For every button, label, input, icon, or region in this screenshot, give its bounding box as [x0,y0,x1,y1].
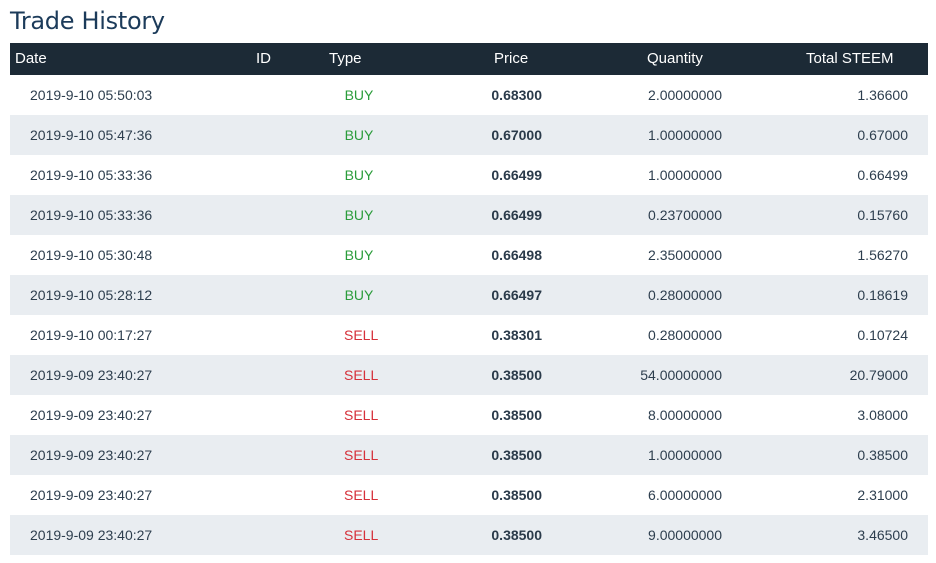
trade-date: 2019-9-09 23:40:27 [30,487,153,503]
trade-quantity: 0.28000000 [648,327,722,343]
trade-type: SELL [344,327,379,343]
trade-type: SELL [344,527,379,543]
trade-type: BUY [344,87,374,103]
table-row: 2019-9-09 23:40:27 SELL 0.38500 8.00000000 3… [10,395,928,435]
table-row: 2019-9-10 05:33:36 BUY 0.66499 0.23700000 0.… [10,195,928,235]
trade-quantity: 1.00000000 [648,127,722,143]
trade-type: SELL [344,407,379,423]
trade-price: 0.38500 [491,487,542,503]
column-header-id[interactable]: ID [256,43,271,75]
trade-type: BUY [344,207,374,223]
table-row: 2019-9-09 23:40:27 SELL 0.38500 6.00000000 2… [10,475,928,515]
trade-total-steem: 20.79000 [849,367,908,383]
trade-price: 0.38500 [491,447,542,463]
trade-type: BUY [344,247,374,263]
table-row: 2019-9-09 23:40:27 SELL 0.38500 54.00000000… [10,355,928,395]
table-row: 2019-9-09 23:40:27 SELL 0.38500 1.00000000 0… [10,435,928,475]
trade-type: BUY [344,127,374,143]
trade-total-steem: 1.56270 [857,247,908,263]
trade-quantity: 0.28000000 [648,287,722,303]
trade-price: 0.68300 [491,87,542,103]
trade-price: 0.38500 [491,407,542,423]
trade-price: 0.67000 [491,127,542,143]
table-row: 2019-9-10 05:28:12 BUY 0.66497 0.28000000 0.… [10,275,928,315]
trade-quantity: 1.00000000 [648,447,722,463]
trade-quantity: 2.35000000 [648,247,722,263]
trade-total-steem: 1.36600 [857,87,908,103]
trade-date: 2019-9-09 23:40:27 [30,407,153,423]
column-header-total-steem[interactable]: Total STEEM [806,43,894,75]
trade-price: 0.66499 [491,167,542,183]
trade-type: SELL [344,487,379,503]
trade-quantity: 1.00000000 [648,167,722,183]
trade-price: 0.66499 [491,207,542,223]
trade-total-steem: 0.10724 [857,327,908,343]
trade-date: 2019-9-09 23:40:27 [30,367,153,383]
trade-total-steem: 0.66499 [857,167,908,183]
table-row: 2019-9-10 00:17:27 SELL 0.38301 0.28000000 0… [10,315,928,355]
trade-date: 2019-9-10 05:50:03 [30,87,153,103]
trade-total-steem: 0.15760 [857,207,908,223]
column-header-date[interactable]: Date [15,43,47,75]
trade-quantity: 9.00000000 [648,527,722,543]
trade-history-table: Date ID Type Price Quantity Total STEEM … [10,43,928,555]
trade-quantity: 8.00000000 [648,407,722,423]
trade-type: SELL [344,367,379,383]
trade-total-steem: 3.46500 [857,527,908,543]
trade-price: 0.66498 [491,247,542,263]
trade-price: 0.38500 [491,527,542,543]
trade-date: 2019-9-10 05:33:36 [30,207,153,223]
trade-price: 0.66497 [491,287,542,303]
trade-date: 2019-9-09 23:40:27 [30,527,153,543]
column-header-type[interactable]: Type [329,43,362,75]
table-row: 2019-9-09 23:40:27 SELL 0.38500 9.00000000 3… [10,515,928,555]
trade-price: 0.38500 [491,367,542,383]
table-body: 2019-9-10 05:50:03 BUY 0.68300 2.00000000 1.… [10,75,928,555]
trade-date: 2019-9-10 05:30:48 [30,247,153,263]
trade-type: BUY [344,167,374,183]
trade-type: BUY [344,287,374,303]
trade-total-steem: 0.67000 [857,127,908,143]
table-header: Date ID Type Price Quantity Total STEEM [10,43,928,75]
page-title: Trade History [10,7,165,35]
trade-quantity: 6.00000000 [648,487,722,503]
trade-type: SELL [344,447,379,463]
trade-quantity: 0.23700000 [648,207,722,223]
trade-history-panel: Trade History Date ID Type Price Quantit… [0,0,936,563]
trade-total-steem: 2.31000 [857,487,908,503]
trade-price: 0.38301 [491,327,542,343]
table-row: 2019-9-10 05:50:03 BUY 0.68300 2.00000000 1.… [10,75,928,115]
table-row: 2019-9-10 05:30:48 BUY 0.66498 2.35000000 1.… [10,235,928,275]
trade-quantity: 2.00000000 [648,87,722,103]
trade-date: 2019-9-10 05:28:12 [30,287,153,303]
table-row: 2019-9-10 05:47:36 BUY 0.67000 1.00000000 0.… [10,115,928,155]
trade-total-steem: 0.18619 [857,287,908,303]
trade-date: 2019-9-10 00:17:27 [30,327,153,343]
trade-quantity: 54.00000000 [640,367,722,383]
trade-total-steem: 3.08000 [857,407,908,423]
column-header-quantity[interactable]: Quantity [647,43,703,75]
trade-date: 2019-9-10 05:47:36 [30,127,153,143]
trade-date: 2019-9-09 23:40:27 [30,447,153,463]
column-header-price[interactable]: Price [494,43,528,75]
trade-date: 2019-9-10 05:33:36 [30,167,153,183]
trade-total-steem: 0.38500 [857,447,908,463]
table-row: 2019-9-10 05:33:36 BUY 0.66499 1.00000000 0.… [10,155,928,195]
